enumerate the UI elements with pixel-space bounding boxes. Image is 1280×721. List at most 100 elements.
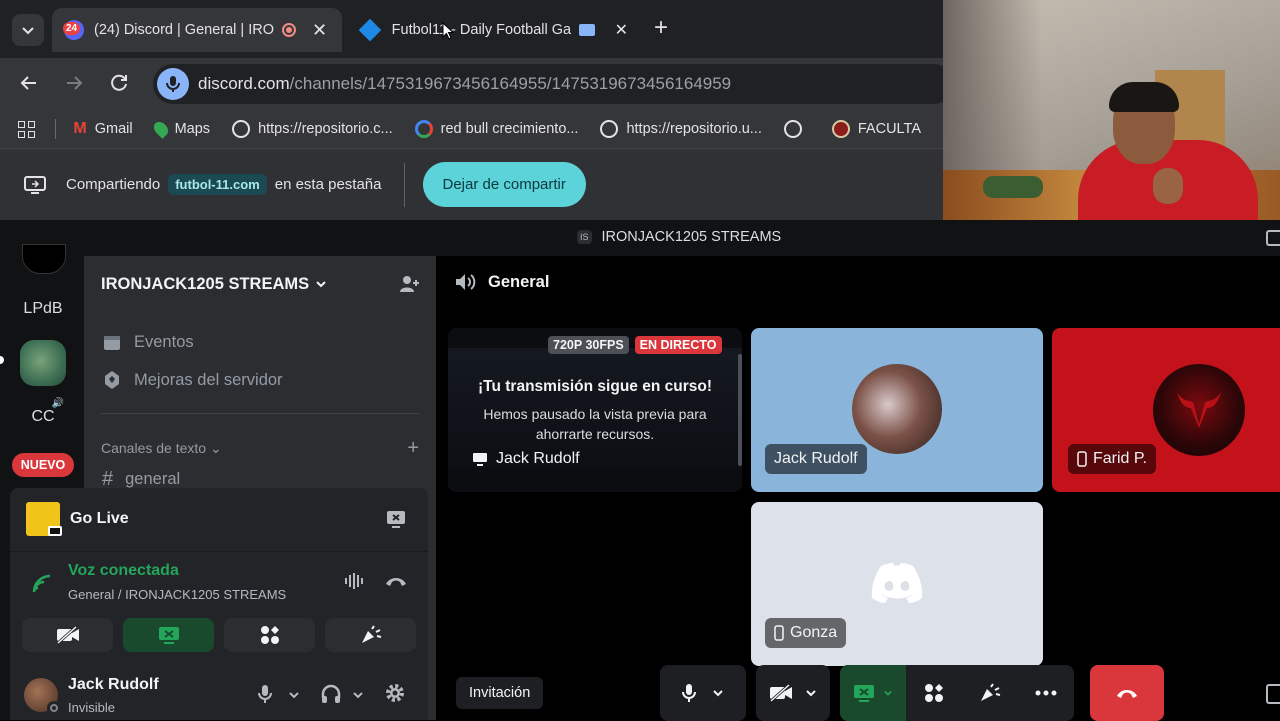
phone-icon xyxy=(1077,451,1087,467)
stream-paused-body: Hemos pausado la vista previa para ahorr… xyxy=(483,406,707,442)
chevron-down-icon[interactable] xyxy=(288,690,300,700)
reload-icon xyxy=(111,74,127,91)
user-panel: Jack Rudolf Invisible xyxy=(10,668,428,720)
events-item[interactable]: Eventos xyxy=(102,332,194,352)
noise-suppression-icon[interactable] xyxy=(344,572,366,590)
go-live-header: Go Live xyxy=(10,488,428,552)
participant-tile-jack[interactable]: Jack Rudolf xyxy=(751,328,1043,492)
activities-control[interactable] xyxy=(906,683,962,703)
address-bar[interactable]: discord.com/channels/1475319673456164955… xyxy=(153,64,953,104)
tab-title: Futbol11 - Daily Football Ga xyxy=(391,22,572,38)
server-icon-cc[interactable]: CC 🔊 xyxy=(20,394,66,440)
voice-status[interactable]: Voz conectada xyxy=(68,562,179,580)
close-tab-icon[interactable]: ✕ xyxy=(312,20,327,41)
camera-off-icon xyxy=(56,626,79,644)
server-header[interactable]: IRONJACK1205 STREAMS xyxy=(101,274,421,294)
avatar[interactable] xyxy=(24,678,61,715)
disconnect-icon[interactable] xyxy=(384,574,408,588)
invite-button[interactable]: Invitación xyxy=(456,677,544,709)
microphone-icon[interactable] xyxy=(258,684,272,704)
bookmark-repositorio-c[interactable]: https://repositorio.c... xyxy=(232,120,393,138)
new-badge[interactable]: NUEVO xyxy=(12,453,74,477)
call-controls xyxy=(660,665,1164,721)
globe-icon xyxy=(600,120,619,138)
screenshare-control[interactable] xyxy=(840,665,1074,721)
server-title-icon: IS xyxy=(577,230,592,244)
screenshare-toggle[interactable] xyxy=(840,665,906,721)
server-unread-pill xyxy=(0,356,4,364)
participant-name: Jack Rudolf xyxy=(765,444,867,474)
participant-tile-gonza[interactable]: Gonza xyxy=(751,502,1043,666)
voice-connected-row: Voz conectada General / IRONJACK1205 STR… xyxy=(10,552,428,612)
apps-grid-icon[interactable] xyxy=(18,120,35,138)
bookmark-facultad[interactable]: FACULTA xyxy=(831,120,921,138)
inbox-icon[interactable] xyxy=(1266,230,1280,246)
stop-stream-icon[interactable] xyxy=(386,510,406,528)
bookmarks-bar: M Gmail Maps https://repositorio.c... red… xyxy=(0,110,943,148)
stop-sharing-button[interactable]: Dejar de compartir xyxy=(422,162,586,207)
reload-button[interactable] xyxy=(108,72,130,94)
participant-tile-farid[interactable]: Farid P. xyxy=(1052,328,1280,492)
voice-stage: General 720P 30FPS EN DIRECTO ¡Tu transm… xyxy=(436,256,1280,721)
voice-location[interactable]: General / IRONJACK1205 STREAMS xyxy=(68,587,286,602)
back-button[interactable] xyxy=(18,72,40,94)
leave-call-button[interactable] xyxy=(1090,665,1164,721)
window-title: IRONJACK1205 STREAMS xyxy=(601,229,782,245)
mic-permission-button[interactable] xyxy=(157,68,189,100)
camera-control[interactable] xyxy=(756,665,830,721)
shared-site-chip: futbol-11.com xyxy=(168,174,267,195)
soundboard-control[interactable] xyxy=(962,683,1018,703)
bookmark-red-bull[interactable]: red bull crecimiento... xyxy=(414,120,578,138)
bookmark-repositorio-u[interactable]: https://repositorio.u... xyxy=(600,120,762,138)
stream-paused-title: ¡Tu transmisión sigue en curso! xyxy=(478,378,712,395)
soundboard-button[interactable] xyxy=(325,618,416,652)
server-icon-top[interactable] xyxy=(22,244,66,274)
more-options-control[interactable] xyxy=(1018,690,1074,696)
phone-icon xyxy=(774,625,784,641)
webcam-pillow xyxy=(983,176,1043,198)
mic-control[interactable] xyxy=(660,665,746,721)
signal-icon[interactable] xyxy=(32,574,52,594)
chevron-down-icon[interactable] xyxy=(352,690,364,700)
tab-search-button[interactable] xyxy=(12,14,44,46)
add-channel-icon[interactable]: + xyxy=(407,437,419,460)
popout-icon[interactable] xyxy=(1266,684,1280,704)
category-text-channels[interactable]: Canales de texto ⌄ + xyxy=(101,437,419,460)
activities-button[interactable] xyxy=(224,618,315,652)
stream-tile[interactable]: 720P 30FPS EN DIRECTO ¡Tu transmisión si… xyxy=(448,328,742,492)
chevron-down-icon xyxy=(884,690,892,696)
tab-discord[interactable]: 24 (24) Discord | General | IRON ✕ xyxy=(52,8,342,52)
stream-owner: Jack Rudolf xyxy=(472,450,580,468)
invite-people-icon[interactable] xyxy=(399,274,421,294)
webcam-person-hair xyxy=(1109,82,1179,112)
server-boosts-item[interactable]: Mejoras del servidor xyxy=(102,370,283,390)
new-tab-button[interactable]: + xyxy=(654,16,668,40)
chevron-down-icon xyxy=(316,281,326,288)
forward-button[interactable] xyxy=(63,72,85,94)
bookmark-globe[interactable] xyxy=(783,120,810,138)
arrow-left-icon xyxy=(20,76,36,90)
invisible-status-icon xyxy=(47,701,61,715)
headphones-icon[interactable] xyxy=(320,684,342,704)
camera-off-icon xyxy=(770,684,792,702)
screen-share-icon xyxy=(158,627,179,644)
more-dots-icon xyxy=(1035,690,1057,696)
tab-futbol11[interactable]: Futbol11 - Daily Football Ga ✕ xyxy=(350,8,640,52)
channel-title: General xyxy=(488,272,550,291)
gear-icon[interactable] xyxy=(384,682,406,704)
server-icon-image[interactable] xyxy=(20,340,66,386)
server-icon-lpdb[interactable]: LPdB xyxy=(20,286,66,332)
chevron-down-icon xyxy=(806,690,816,697)
facultad-seal-icon xyxy=(831,120,850,138)
share-prefix: Compartiendo xyxy=(66,176,161,193)
screen-share-icon xyxy=(578,24,595,36)
bookmark-gmail[interactable]: M Gmail xyxy=(73,120,132,138)
camera-off-button[interactable] xyxy=(22,618,113,652)
bookmark-maps[interactable]: Maps xyxy=(150,119,210,139)
participant-name: Gonza xyxy=(765,618,847,648)
screenshare-active-button[interactable] xyxy=(123,618,214,652)
gmail-icon: M xyxy=(73,120,87,137)
user-name[interactable]: Jack Rudolf xyxy=(68,676,159,694)
close-tab-icon[interactable]: ✕ xyxy=(615,20,628,40)
stream-tile-scrollbar[interactable] xyxy=(738,354,742,466)
